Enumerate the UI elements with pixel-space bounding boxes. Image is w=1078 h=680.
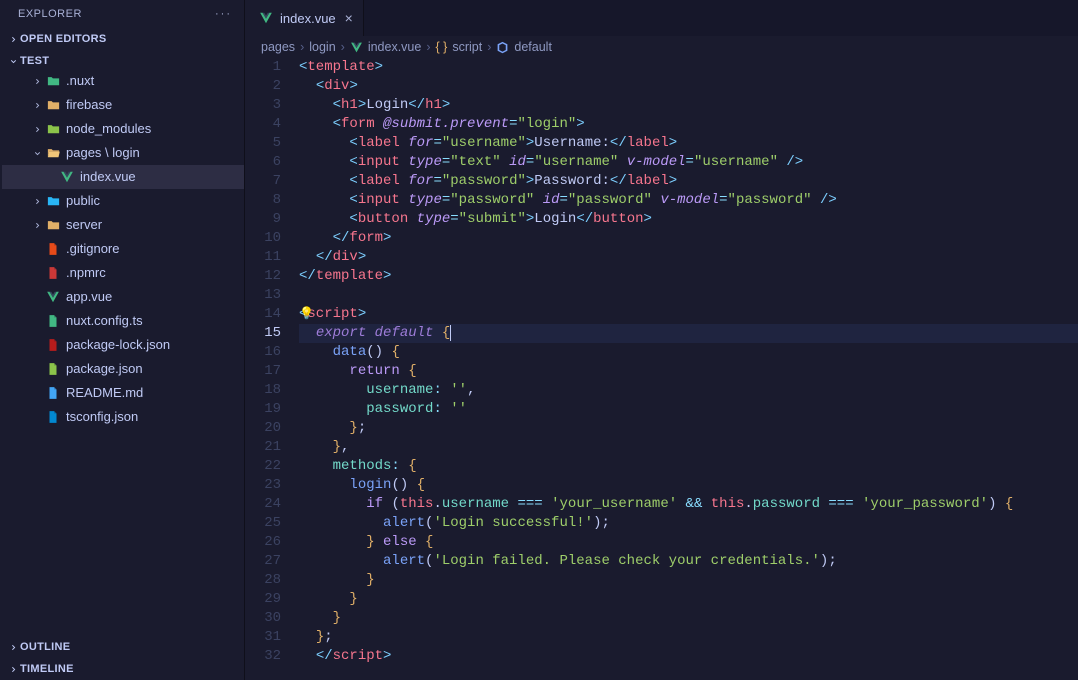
tree-item--gitignore[interactable]: .gitignore (2, 237, 244, 261)
folder-icon (44, 98, 62, 113)
file-icon (44, 386, 62, 400)
tab-label: index.vue (280, 11, 336, 26)
vue-icon (259, 11, 273, 25)
chevron-right-icon: › (487, 40, 491, 54)
tree-item-app-vue[interactable]: app.vue (2, 285, 244, 309)
breadcrumb-item[interactable]: pages (261, 40, 295, 54)
chevron-right-icon: › (341, 40, 345, 54)
tree-item-package-lock-json[interactable]: package-lock.json (2, 333, 244, 357)
tree-item-label: node_modules (66, 119, 151, 139)
tree-item-label: nuxt.config.ts (66, 311, 143, 331)
explorer-title: EXPLORER (18, 8, 82, 20)
folder-special-icon (44, 122, 62, 137)
tree-item-readme-md[interactable]: README.md (2, 381, 244, 405)
code-editor[interactable]: 1234567891011121314151617181920212223242… (245, 58, 1078, 680)
chevron-right-icon (30, 125, 44, 134)
more-icon[interactable]: ··· (215, 8, 232, 20)
tree-item-label: README.md (66, 383, 143, 403)
explorer-sidebar: EXPLORER ··· OPEN EDITORS TEST .nuxt fire… (0, 0, 245, 680)
tree-item-nuxt-config-ts[interactable]: nuxt.config.ts (2, 309, 244, 333)
vue-icon (350, 41, 363, 54)
file-icon (44, 242, 62, 256)
tree-item-index-vue[interactable]: index.vue (2, 165, 244, 189)
tree-item-label: app.vue (66, 287, 112, 307)
chevron-right-icon (6, 643, 20, 652)
explorer-header: EXPLORER ··· (0, 0, 244, 28)
tree-item-node-modules[interactable]: node_modules (2, 117, 244, 141)
tree-item-tsconfig-json[interactable]: tsconfig.json (2, 405, 244, 429)
file-icon (44, 362, 62, 376)
file-icon (44, 410, 62, 424)
tree-item-label: public (66, 191, 100, 211)
breadcrumb-item[interactable]: default (514, 40, 552, 54)
tab-bar: index.vue × (245, 0, 1078, 36)
chevron-right-icon: › (426, 40, 430, 54)
tree-item-label: pages \ login (66, 143, 140, 163)
tree-item-package-json[interactable]: package.json (2, 357, 244, 381)
tree-item-label: .npmrc (66, 263, 106, 283)
file-icon (44, 314, 62, 328)
line-gutter: 1234567891011121314151617181920212223242… (245, 58, 299, 680)
tree-item-label: .gitignore (66, 239, 119, 259)
braces-icon: { } (436, 40, 448, 54)
breadcrumbs[interactable]: pages › login › index.vue › { } script ›… (245, 36, 1078, 58)
chevron-right-icon (6, 35, 20, 44)
tree-item-label: package.json (66, 359, 143, 379)
cube-icon (496, 41, 509, 54)
timeline-label: TIMELINE (20, 663, 74, 675)
tree-item--nuxt[interactable]: .nuxt (2, 69, 244, 93)
tree-item-server[interactable]: server (2, 213, 244, 237)
folder-special-icon (44, 74, 62, 89)
open-editors-section[interactable]: OPEN EDITORS (0, 31, 244, 47)
outline-section[interactable]: OUTLINE (0, 639, 244, 655)
editor-area: index.vue × pages › login › index.vue › … (245, 0, 1078, 680)
vue-icon (44, 290, 62, 304)
chevron-right-icon (30, 197, 44, 206)
close-icon[interactable]: × (345, 10, 353, 26)
tree-item-label: firebase (66, 95, 112, 115)
chevron-right-icon (30, 221, 44, 230)
tree-item--npmrc[interactable]: .npmrc (2, 261, 244, 285)
workspace-label: TEST (20, 55, 49, 67)
tab-index-vue[interactable]: index.vue × (245, 0, 364, 36)
tree-item-label: index.vue (80, 167, 136, 187)
chevron-right-icon (30, 77, 44, 86)
vue-icon (58, 170, 76, 184)
tree-item-label: package-lock.json (66, 335, 170, 355)
code-content[interactable]: <template> <div> <h1>Login</h1> <form @s… (299, 58, 1078, 680)
file-icon (44, 338, 62, 352)
chevron-down-icon (6, 57, 20, 66)
tree-item-label: server (66, 215, 102, 235)
chevron-right-icon (30, 101, 44, 110)
tree-item-label: tsconfig.json (66, 407, 138, 427)
tree-item-label: .nuxt (66, 71, 94, 91)
tree-item-public[interactable]: public (2, 189, 244, 213)
breadcrumb-item[interactable]: index.vue (368, 40, 422, 54)
chevron-right-icon: › (300, 40, 304, 54)
folder-special-icon (44, 194, 62, 209)
chevron-down-icon (30, 149, 44, 158)
lightbulb-icon[interactable]: 💡 (299, 305, 314, 324)
file-icon (44, 266, 62, 280)
workspace-section[interactable]: TEST (0, 53, 244, 69)
open-editors-label: OPEN EDITORS (20, 33, 107, 45)
chevron-right-icon (6, 665, 20, 674)
folder-icon (44, 218, 62, 233)
tree-item-pages-login[interactable]: pages \ login (2, 141, 244, 165)
breadcrumb-item[interactable]: script (452, 40, 482, 54)
folder-open-icon (44, 146, 62, 161)
timeline-section[interactable]: TIMELINE (0, 661, 244, 677)
breadcrumb-item[interactable]: login (309, 40, 335, 54)
tree-item-firebase[interactable]: firebase (2, 93, 244, 117)
outline-label: OUTLINE (20, 641, 70, 653)
